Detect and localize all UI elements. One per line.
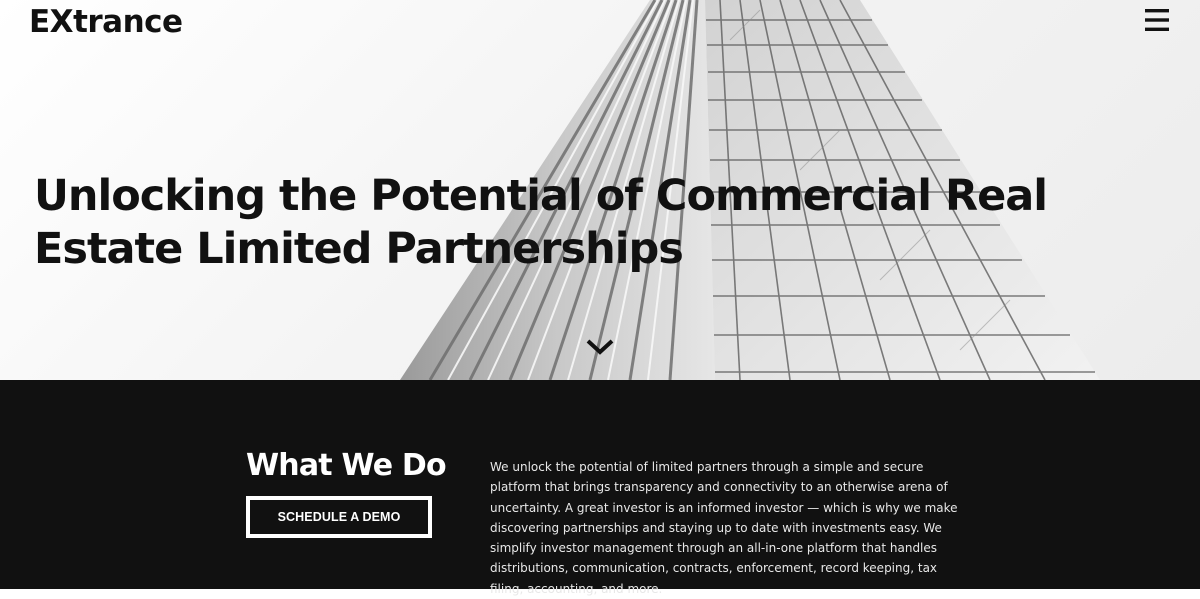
hero-headline: Unlocking the Potential of Commercial Re… <box>34 171 1048 274</box>
section-title: What We Do <box>246 448 447 483</box>
hamburger-menu-icon <box>1145 9 1169 31</box>
brand-logo[interactable]: EXtrance <box>29 2 183 42</box>
chevron-down-icon <box>586 339 614 355</box>
what-we-do-section: What We Do SCHEDULE A DEMO We unlock the… <box>0 380 1200 596</box>
hero-section: EXtrance Unlocking the Potential of Comm… <box>0 0 1200 380</box>
schedule-demo-button[interactable]: SCHEDULE A DEMO <box>246 496 432 538</box>
section-description: We unlock the potential of limited partn… <box>490 460 958 596</box>
scroll-down-button[interactable] <box>584 335 616 359</box>
hamburger-menu-button[interactable] <box>1141 5 1173 35</box>
